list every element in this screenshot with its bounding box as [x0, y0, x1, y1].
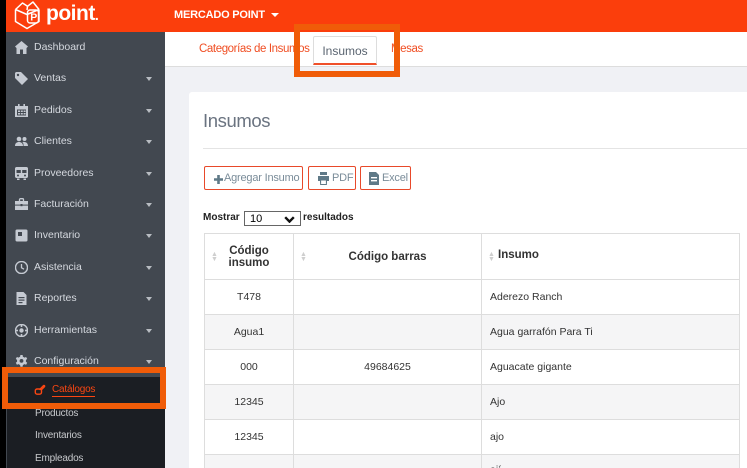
svg-text:P: P — [30, 12, 37, 24]
